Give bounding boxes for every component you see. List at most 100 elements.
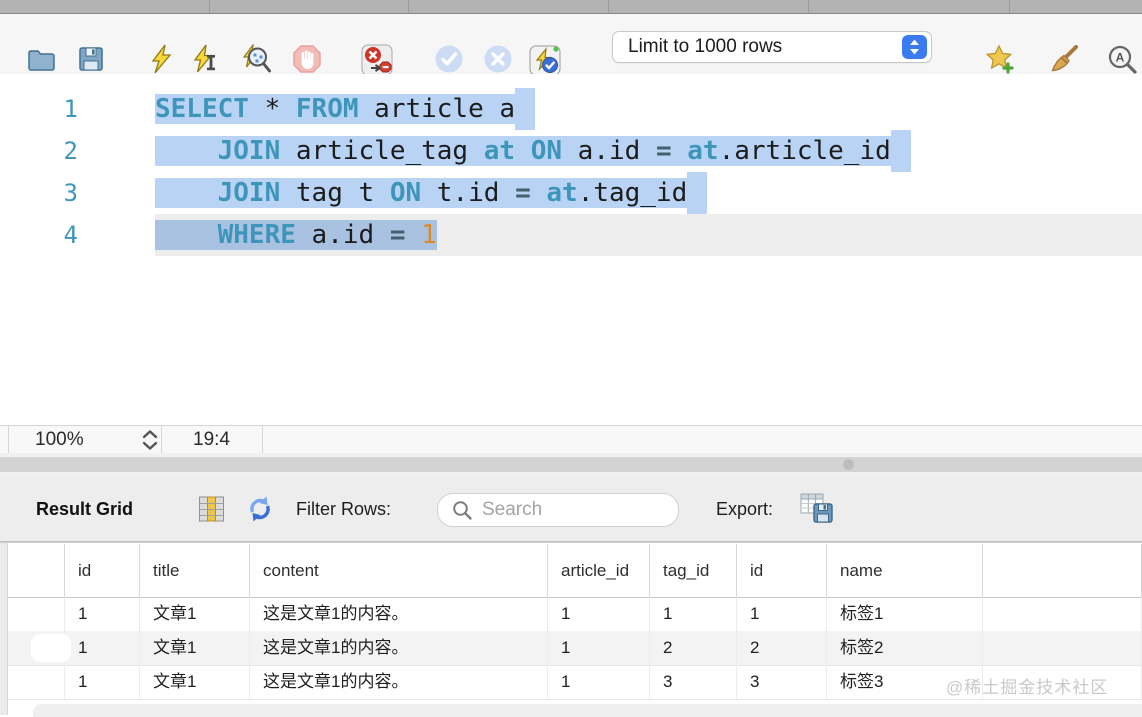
code-segment	[515, 136, 531, 166]
column-header-article_id[interactable]: article_id	[548, 544, 650, 597]
grid-cell[interactable]	[0, 665, 65, 699]
grid-row-1[interactable]: 1文章1这是文章1的内容。111标签1	[0, 597, 1142, 632]
zoom-stepper-icon[interactable]	[140, 429, 160, 451]
save-script-icon[interactable]	[76, 44, 106, 74]
code-segment: FROM	[296, 94, 359, 124]
result-grid-toolbar: Result Grid Filter Rows: Export:	[0, 477, 1142, 542]
strip-divider	[1009, 0, 1010, 13]
toggle-stop-on-error-icon[interactable]	[361, 44, 393, 74]
open-script-icon[interactable]	[26, 44, 56, 74]
code-text: SELECT * FROM article a	[155, 88, 1142, 130]
code-segment: .article_id	[719, 136, 891, 166]
code-segment	[672, 136, 688, 166]
code-segment: =	[515, 178, 531, 208]
selection-tail	[687, 172, 707, 214]
execute-query-icon[interactable]	[146, 44, 176, 74]
grid-cell[interactable]: 1	[548, 631, 650, 665]
code-segment: .tag_id	[578, 178, 688, 208]
code-segment	[405, 220, 421, 250]
code-text: JOIN tag t ON t.id = at.tag_id	[155, 172, 1142, 214]
grid-cell[interactable]: 1	[65, 597, 140, 631]
grid-cell[interactable]: 1	[548, 597, 650, 631]
editor-line[interactable]: 2 JOIN article_tag at ON a.id = at.artic…	[0, 130, 1142, 172]
filter-search-box[interactable]	[437, 493, 679, 527]
strip-divider	[209, 0, 210, 13]
splitter-handle-icon	[843, 459, 854, 470]
grid-cell[interactable]	[983, 597, 1142, 631]
toggle-autocommit-icon[interactable]	[529, 44, 561, 74]
dropdown-stepper-icon	[902, 35, 927, 59]
rollback-icon[interactable]	[483, 44, 513, 74]
column-header-tag_id[interactable]: tag_id	[650, 544, 737, 597]
export-recordset-icon[interactable]	[800, 493, 840, 530]
grid-cell[interactable]: 标签2	[827, 631, 983, 665]
code-segment: t.id	[421, 178, 515, 208]
column-header-id[interactable]: id	[65, 544, 140, 597]
grid-cell[interactable]: 标签1	[827, 597, 983, 631]
stop-query-icon[interactable]	[292, 44, 322, 74]
refresh-icon[interactable]	[246, 495, 274, 528]
panel-splitter[interactable]	[0, 457, 1142, 472]
grid-cell[interactable]: 文章1	[140, 665, 250, 699]
code-segment: article a	[359, 94, 516, 124]
commit-icon[interactable]	[434, 44, 464, 74]
code-segment: a.id	[562, 136, 656, 166]
column-header-name[interactable]: name	[827, 544, 983, 597]
code-segment: JOIN	[218, 178, 281, 208]
grid-cell[interactable]: 1	[65, 665, 140, 699]
grid-cell[interactable]: 1	[65, 631, 140, 665]
code-segment	[155, 136, 218, 166]
watermark-text: @稀土掘金技术社区	[946, 673, 1108, 698]
grid-cell[interactable]: 文章1	[140, 597, 250, 631]
grid-cell[interactable]	[983, 631, 1142, 665]
grid-cell[interactable]: 3	[650, 665, 737, 699]
sql-editor[interactable]: 1SELECT * FROM article a2 JOIN article_t…	[0, 74, 1142, 425]
grid-view-icon[interactable]	[198, 495, 225, 528]
beautify-sql-icon[interactable]	[1050, 44, 1080, 74]
window-top-strip	[0, 0, 1142, 14]
execute-current-statement-icon[interactable]	[190, 44, 220, 74]
grid-cell[interactable]: 文章1	[140, 631, 250, 665]
code-segment: SELECT	[155, 94, 249, 124]
editor-line[interactable]: 4 WHERE a.id = 1	[0, 214, 1142, 256]
grid-header-row: idtitlecontentarticle_idtag_ididname	[0, 544, 1142, 598]
grid-cell[interactable]: 2	[650, 631, 737, 665]
grid-cell[interactable]: 1	[548, 665, 650, 699]
grid-cell[interactable]: 1	[737, 597, 827, 631]
find-in-editor-icon[interactable]: A	[1107, 44, 1137, 74]
code-segment: 1	[421, 220, 437, 250]
new-row-placeholder[interactable]	[33, 704, 1142, 717]
limit-rows-value: Limit to 1000 rows	[628, 32, 782, 62]
cursor-position: 19:4	[161, 426, 263, 454]
column-header-blank	[0, 544, 65, 597]
grid-cell[interactable]	[0, 597, 65, 631]
editor-line[interactable]: 3 JOIN tag t ON t.id = at.tag_id	[0, 172, 1142, 214]
grid-cell[interactable]: 2	[737, 631, 827, 665]
code-segment	[155, 178, 218, 208]
code-segment: =	[656, 136, 672, 166]
grid-cell[interactable]: 这是文章1的内容。	[250, 631, 548, 665]
code-segment: article_tag	[280, 136, 484, 166]
strip-divider	[808, 0, 809, 13]
search-input[interactable]	[480, 496, 669, 524]
save-snippet-icon[interactable]	[985, 44, 1015, 74]
limit-rows-dropdown[interactable]: Limit to 1000 rows	[612, 31, 932, 63]
editor-line[interactable]: 1SELECT * FROM article a	[0, 88, 1142, 130]
selection-tail	[891, 130, 911, 172]
result-grid: idtitlecontentarticle_idtag_ididname 1文章…	[0, 542, 1142, 715]
column-header-id[interactable]: id	[737, 544, 827, 597]
column-header-title[interactable]: title	[140, 544, 250, 597]
code-segment: JOIN	[218, 136, 281, 166]
grid-cell[interactable]: 这是文章1的内容。	[250, 597, 548, 631]
column-header-content[interactable]: content	[250, 544, 548, 597]
grid-cell[interactable]: 这是文章1的内容。	[250, 665, 548, 699]
explain-plan-icon[interactable]	[241, 44, 271, 74]
search-icon	[452, 500, 473, 521]
zoom-control[interactable]: 100%	[8, 426, 162, 454]
filter-rows-label: Filter Rows:	[296, 477, 391, 541]
strip-divider	[608, 0, 609, 13]
grid-cell[interactable]: 1	[650, 597, 737, 631]
grid-cell[interactable]: 3	[737, 665, 827, 699]
grid-row-2[interactable]: 1文章1这是文章1的内容。122标签2	[0, 631, 1142, 666]
current-row-marker	[31, 634, 71, 662]
